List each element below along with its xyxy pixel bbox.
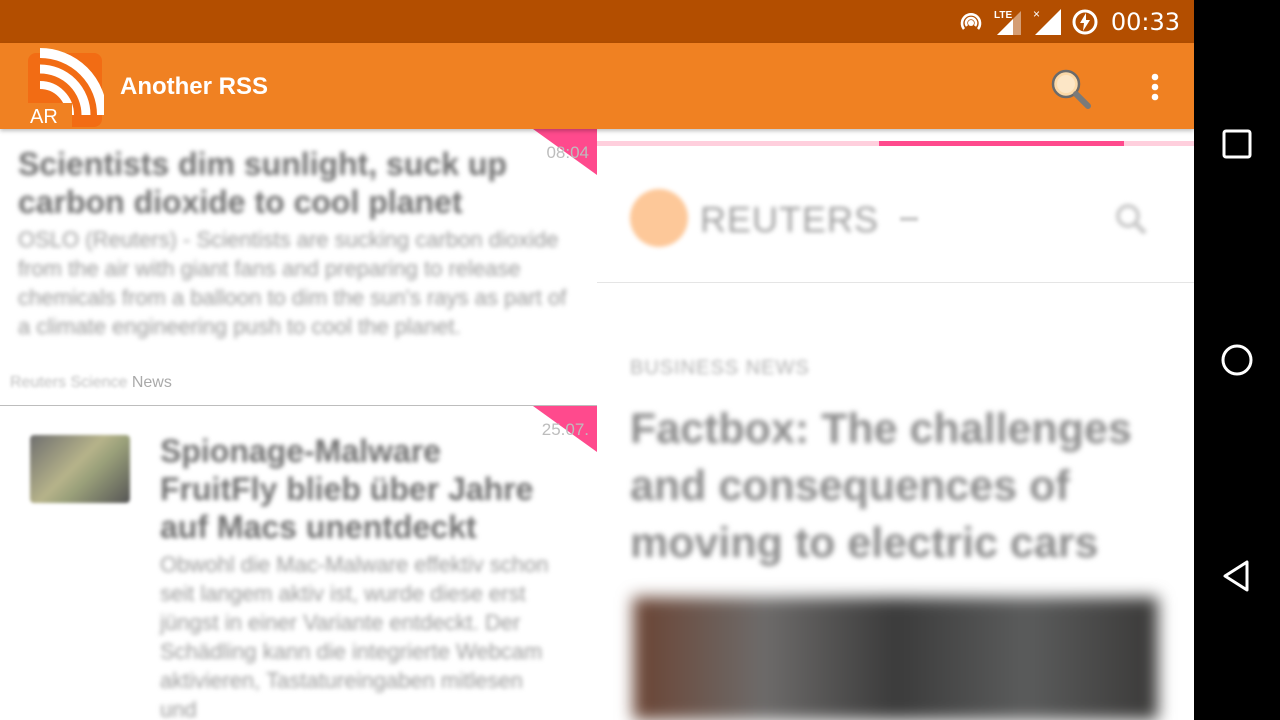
- feed-item[interactable]: 08:04 Scientists dim sunlight, suck up c…: [0, 129, 597, 406]
- navigation-bar: [1194, 0, 1280, 720]
- site-search-icon[interactable]: [1113, 201, 1149, 237]
- battery-charging-icon: [1072, 9, 1098, 34]
- article-hero-image: [633, 597, 1158, 720]
- feed-item-source-category: News: [131, 374, 172, 391]
- status-icons: LTE × 00:33: [957, 0, 1180, 43]
- overflow-menu-icon[interactable]: [1140, 71, 1170, 111]
- feed-item-thumbnail: [30, 435, 130, 503]
- status-bar: LTE × 00:33: [0, 0, 1194, 43]
- svg-text:×: ×: [1033, 7, 1040, 21]
- feed-item-source: Reuters Science News: [10, 374, 172, 392]
- svg-text:LTE: LTE: [994, 10, 1012, 21]
- recents-icon[interactable]: [1217, 124, 1257, 164]
- hotspot-icon: [960, 12, 982, 30]
- back-icon[interactable]: [1217, 556, 1257, 596]
- feed-item[interactable]: 25.07. Spionage-Malware FruitFly blieb ü…: [0, 406, 597, 720]
- feed-item-summary: Obwohl die Mac-Malware effektiv schon se…: [160, 552, 549, 720]
- feed-item-title: Scientists dim sunlight, suck up carbon …: [18, 146, 507, 220]
- article-webview[interactable]: REUTERS BUSINESS NEWS Factbox: The chall…: [597, 129, 1194, 720]
- feed-item-title: Spionage-Malware FruitFly blieb über Jah…: [160, 433, 534, 545]
- loading-progress-bar: [879, 141, 1124, 146]
- site-logo: [630, 189, 688, 247]
- app-logo: AR: [28, 48, 104, 128]
- article-headline: Factbox: The challenges and consequences…: [630, 405, 1132, 567]
- feed-list: 08:04 Scientists dim sunlight, suck up c…: [0, 129, 597, 720]
- home-icon[interactable]: [1217, 340, 1257, 380]
- search-icon[interactable]: [1046, 65, 1094, 113]
- signal-icon: ×: [1033, 7, 1061, 35]
- clock: 00:33: [1110, 7, 1180, 36]
- site-name: REUTERS: [700, 199, 880, 240]
- article-kicker: BUSINESS NEWS: [630, 357, 810, 379]
- feed-item-summary: OSLO (Reuters) - Scientists are sucking …: [18, 227, 567, 339]
- site-menu-icon[interactable]: [900, 217, 918, 221]
- app-logo-text: AR: [30, 106, 58, 128]
- app-title: Another RSS: [120, 73, 269, 100]
- app-bar: AR Another RSS: [0, 43, 1194, 129]
- feed-item-source-name: Reuters Science: [10, 374, 128, 391]
- lte-signal-icon: LTE: [994, 10, 1021, 35]
